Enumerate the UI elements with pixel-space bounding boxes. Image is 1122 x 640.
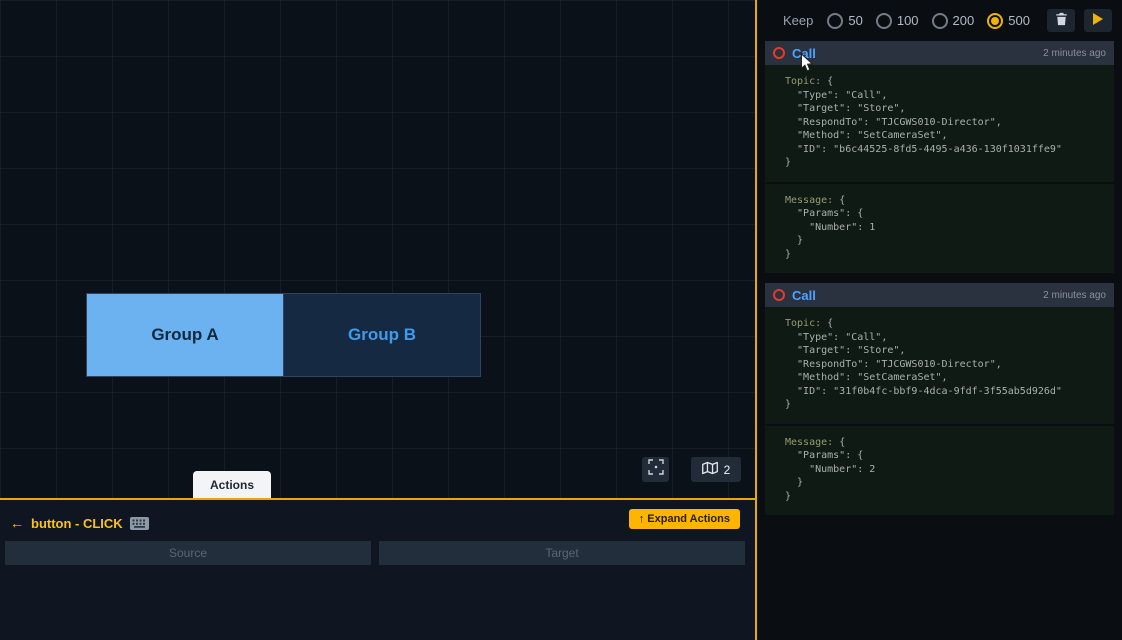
radio-icon [932, 13, 948, 29]
source-input[interactable] [5, 541, 371, 565]
message-type: Call [792, 46, 816, 61]
log-toolbar: Keep 50 100 200 500 [757, 0, 1122, 41]
message-card: Call 2 minutes ago Topic: { "Type": "Cal… [765, 41, 1114, 273]
target-input[interactable] [379, 541, 745, 565]
fit-view-button[interactable] [642, 457, 669, 482]
keep-option-label: 50 [848, 13, 862, 28]
action-title: button - CLICK [31, 516, 123, 531]
group-a-node[interactable]: Group A [87, 294, 283, 376]
action-header: ← button - CLICK [10, 515, 149, 531]
keep-label: Keep [783, 13, 813, 28]
message-json: Message: { "Params": { "Number": 2 } } [765, 426, 1114, 516]
message-json: Message: { "Params": { "Number": 1 } } [765, 184, 1114, 274]
keep-option-label: 500 [1008, 13, 1030, 28]
back-arrow-icon[interactable]: ← [10, 515, 24, 531]
trash-icon [1055, 12, 1068, 29]
message-list: Call 2 minutes ago Topic: { "Type": "Cal… [757, 41, 1122, 515]
actions-tab[interactable]: Actions [193, 471, 271, 498]
actions-tab-label: Actions [210, 478, 254, 492]
group-node-row: Group A Group B [86, 293, 481, 377]
message-card: Call 2 minutes ago Topic: { "Type": "Cal… [765, 283, 1114, 515]
radio-icon [827, 13, 843, 29]
call-status-icon [773, 289, 785, 301]
map-icon [702, 461, 718, 478]
message-card-header[interactable]: Call 2 minutes ago [765, 283, 1114, 307]
group-a-label: Group A [151, 325, 218, 345]
keep-option-100[interactable]: 100 [876, 13, 919, 29]
keep-option-label: 200 [953, 13, 975, 28]
group-b-node[interactable]: Group B [283, 294, 480, 376]
keep-option-500[interactable]: 500 [987, 13, 1030, 29]
keep-option-50[interactable]: 50 [827, 13, 862, 29]
app-window: Group A Group B [0, 0, 1122, 640]
left-column: Group A Group B [0, 0, 757, 640]
play-button[interactable] [1084, 9, 1112, 32]
action-editor-panel: ← button - CLICK ↑ Expan [0, 500, 755, 640]
message-timestamp: 2 minutes ago [1043, 290, 1106, 301]
group-b-label: Group B [348, 325, 416, 345]
keep-option-label: 100 [897, 13, 919, 28]
expand-actions-button[interactable]: ↑ Expand Actions [629, 509, 740, 529]
play-icon [1092, 12, 1104, 29]
node-canvas[interactable]: Group A Group B [0, 0, 755, 500]
source-target-row [5, 541, 745, 565]
fit-view-icon [648, 459, 664, 480]
radio-selected-icon [987, 13, 1003, 29]
message-log-panel: Keep 50 100 200 500 [757, 0, 1122, 640]
log-toolbar-actions [1047, 9, 1112, 32]
message-card-header[interactable]: Call 2 minutes ago [765, 41, 1114, 65]
topic-json: Topic: { "Type": "Call", "Target": "Stor… [765, 65, 1114, 182]
topic-json: Topic: { "Type": "Call", "Target": "Stor… [765, 307, 1114, 424]
keyboard-icon [130, 517, 149, 530]
minimap-count: 2 [724, 463, 731, 477]
radio-icon [876, 13, 892, 29]
clear-log-button[interactable] [1047, 9, 1075, 32]
keep-option-200[interactable]: 200 [932, 13, 975, 29]
message-type: Call [792, 288, 816, 303]
minimap-button[interactable]: 2 [691, 457, 741, 482]
keep-options: 50 100 200 500 [827, 13, 1030, 29]
message-timestamp: 2 minutes ago [1043, 48, 1106, 59]
call-status-icon [773, 47, 785, 59]
